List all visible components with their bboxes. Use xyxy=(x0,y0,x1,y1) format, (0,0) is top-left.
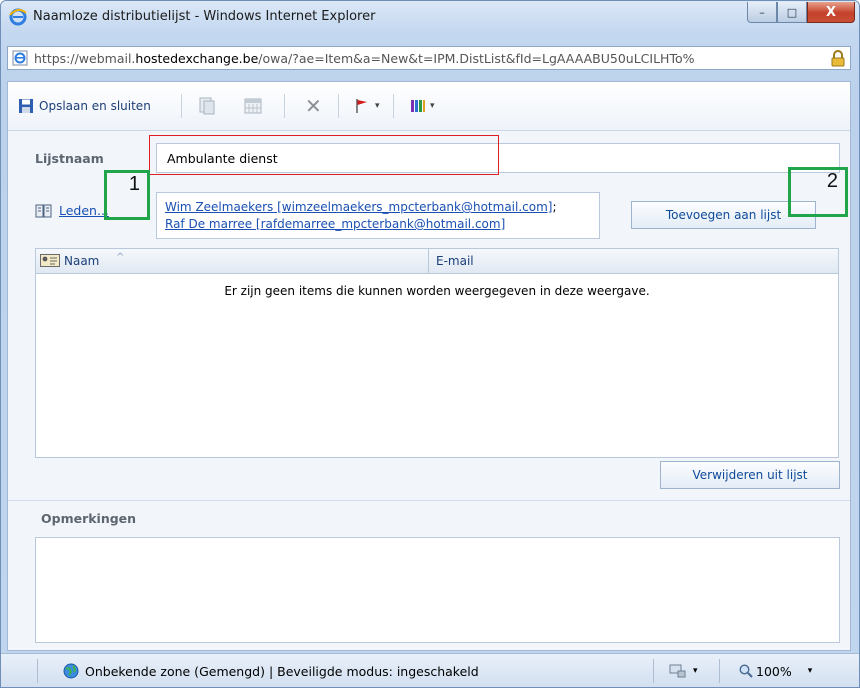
url-prefix: https://webmail. xyxy=(34,51,136,66)
owa-form: Opslaan en sluiten ✕ ▾ ▾ Lijstnaam Ambul… xyxy=(7,81,851,651)
minimize-button[interactable]: – xyxy=(747,2,777,23)
status-separator xyxy=(653,659,654,683)
chevron-down-icon: ▾ xyxy=(693,666,698,676)
save-icon xyxy=(19,99,33,113)
toolbar-separator xyxy=(393,94,394,118)
delete-button[interactable]: ✕ xyxy=(305,94,322,118)
maximize-button[interactable]: □ xyxy=(777,2,807,23)
url-path: /owa/?ae=Item&a=New&t=IPM.DistList&fId=L… xyxy=(258,51,695,66)
member-separator: ; xyxy=(552,200,557,214)
members-label: Leden... xyxy=(59,203,109,218)
remove-from-list-button[interactable]: Verwijderen uit lijst xyxy=(660,461,840,489)
copy-icon[interactable] xyxy=(198,96,216,116)
status-bar: Onbekende zone (Gemengd) | Beveiligde mo… xyxy=(1,653,859,687)
toolbar-separator xyxy=(338,94,339,118)
toolbar-separator xyxy=(181,94,182,118)
member-line: Raf De marree [rafdemarree_mpcterbank@ho… xyxy=(165,217,505,231)
zoom-icon xyxy=(739,664,753,678)
status-separator xyxy=(719,659,720,683)
form-area: Lijstnaam Ambulante dienst Leden... Wim … xyxy=(8,131,850,650)
address-book-icon xyxy=(35,204,52,217)
computer-lock-icon xyxy=(669,664,686,678)
annotation-marker-2: 2 xyxy=(788,167,848,217)
categorize-button[interactable]: ▾ xyxy=(410,96,435,116)
protected-mode-button[interactable]: ▾ xyxy=(669,654,698,687)
categories-icon xyxy=(411,100,425,112)
zoom-level: 100% xyxy=(756,663,792,679)
save-and-close-label: Opslaan en sluiten xyxy=(39,99,151,113)
globe-icon xyxy=(63,663,79,679)
lock-icon[interactable] xyxy=(830,50,846,67)
list-name-label: Lijstnaam xyxy=(35,151,104,166)
chevron-down-icon: ▾ xyxy=(375,101,380,111)
window-title: Naamloze distributielijst - Windows Inte… xyxy=(33,9,376,24)
flag-button[interactable]: ▾ xyxy=(355,96,380,116)
url-domain: hostedexchange.be xyxy=(135,51,259,66)
grid-header: Naam ^ E-mail xyxy=(36,249,838,274)
contact-card-icon[interactable] xyxy=(40,254,60,267)
chevron-down-icon: ▾ xyxy=(807,666,813,676)
chevron-down-icon: ▾ xyxy=(430,101,435,111)
highlight-box xyxy=(149,135,499,175)
member-link-2[interactable]: Raf De marree [rafdemarree_mpcterbank@ho… xyxy=(165,217,505,231)
sort-arrow-icon: ^ xyxy=(116,252,125,263)
col-header-email[interactable]: E-mail xyxy=(436,254,474,268)
close-button[interactable]: X xyxy=(807,2,855,23)
status-separator xyxy=(37,659,38,683)
toolbar: Opslaan en sluiten ✕ ▾ ▾ xyxy=(8,82,850,131)
address-bar[interactable]: https://webmail.hostedexchange.be/owa/?a… xyxy=(7,46,851,70)
page-icon xyxy=(12,50,28,66)
col-header-name[interactable]: Naam xyxy=(64,254,99,268)
calendar-icon[interactable] xyxy=(244,96,262,116)
window-controls: – □ X xyxy=(747,2,855,24)
annotation-marker-1: 1 xyxy=(104,170,150,220)
toolbar-separator xyxy=(284,94,285,118)
members-grid: Naam ^ E-mail Er zijn geen items die kun… xyxy=(35,248,839,458)
address-url[interactable]: https://webmail.hostedexchange.be/owa/?a… xyxy=(34,51,814,66)
member-line: Wim Zeelmaekers [wimzeelmaekers_mpcterba… xyxy=(165,200,557,214)
zoom-button[interactable]: 100% ▾ xyxy=(739,654,813,687)
notes-label: Opmerkingen xyxy=(41,511,137,526)
col-divider xyxy=(428,249,429,273)
flag-icon xyxy=(356,99,367,113)
save-and-close-button[interactable]: Opslaan en sluiten xyxy=(18,96,151,116)
members-box[interactable]: Wim Zeelmaekers [wimzeelmaekers_mpcterba… xyxy=(156,192,600,239)
empty-grid-message: Er zijn geen items die kunnen worden wee… xyxy=(224,284,650,298)
browser-window: Naamloze distributielijst - Windows Inte… xyxy=(0,0,860,688)
title-bar[interactable]: Naamloze distributielijst - Windows Inte… xyxy=(1,1,859,33)
notes-textarea[interactable] xyxy=(35,537,840,643)
member-link-1[interactable]: Wim Zeelmaekers [wimzeelmaekers_mpcterba… xyxy=(165,200,552,214)
security-zone[interactable]: Onbekende zone (Gemengd) | Beveiligde mo… xyxy=(63,654,479,687)
divider xyxy=(8,500,850,501)
zone-text: Onbekende zone (Gemengd) | Beveiligde mo… xyxy=(85,663,479,679)
members-button[interactable]: Leden... xyxy=(35,203,109,218)
ie-logo-icon xyxy=(9,8,27,26)
